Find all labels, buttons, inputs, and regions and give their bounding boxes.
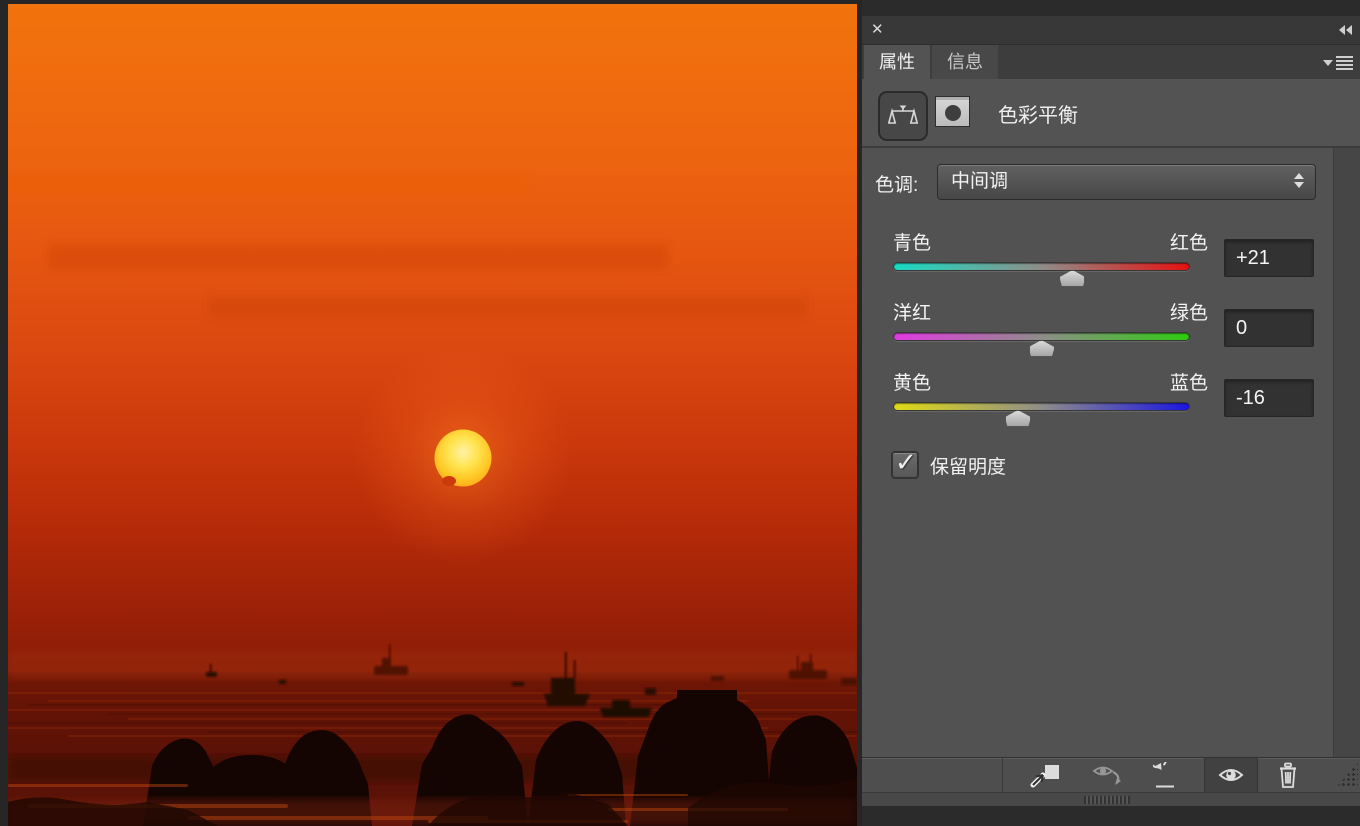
cyan-label: 青色 [893,233,932,254]
layer-mask-thumbnail[interactable] [935,96,970,127]
properties-panel: ✕ 属性 信息 色彩平衡 色调: 中间调 青色 红色 +21 洋红 绿色 0 黄… [862,0,1360,826]
workspace-background [862,806,1360,826]
sun [434,429,492,487]
collapse-panel-icon[interactable] [1339,25,1352,35]
clip-to-layer-icon[interactable] [1028,758,1064,792]
sunset-photo-svg [8,4,857,826]
drag-handle-icon[interactable] [1084,796,1130,804]
yellow-blue-slider-group: 黄色 蓝色 -16 [893,368,1314,428]
up-triangle-icon [1294,173,1304,179]
left-triangle-icon [1346,25,1352,35]
reset-icon[interactable] [1148,758,1182,792]
panel-title: 色彩平衡 [998,105,1078,127]
checkmark-icon: ✓ [895,447,917,477]
tone-select[interactable]: 中间调 [937,164,1316,200]
hamburger-lines-icon [1336,56,1353,70]
green-label: 绿色 [1169,303,1208,324]
view-previous-state-icon[interactable] [1088,758,1128,792]
yellow-blue-slider-thumb[interactable] [1004,410,1031,427]
panel-drag-strip [862,792,1360,806]
document-canvas-area [0,0,862,826]
magenta-green-value-input[interactable]: 0 [1224,309,1314,347]
magenta-green-slider-group: 洋红 绿色 0 [893,298,1314,358]
cyan-red-value-input[interactable]: +21 [1224,239,1314,277]
select-arrows-icon [1294,173,1304,188]
close-icon[interactable]: ✕ [871,20,884,38]
tab-properties[interactable]: 属性 [864,45,930,79]
panel-menu-icon[interactable] [1323,56,1353,70]
sunset-photo-image[interactable] [8,4,857,826]
panel-scroll-rail [1333,148,1360,757]
cyan-red-slider-group: 青色 红色 +21 [893,228,1314,288]
blue-label: 蓝色 [1169,373,1208,394]
panel-tab-bar: 属性 信息 [862,45,1360,79]
panel-bottom-toolbar [862,757,1360,792]
panel-resize-grip[interactable] [1336,762,1358,788]
adjustment-header: 色彩平衡 [862,79,1360,146]
yellow-blue-value-input[interactable]: -16 [1224,379,1314,417]
cyan-red-slider-track[interactable] [893,262,1190,287]
magenta-green-slider-thumb[interactable] [1028,340,1055,357]
preserve-luminosity-checkbox[interactable]: ✓ [891,447,919,479]
down-triangle-icon [1294,182,1304,188]
preserve-luminosity-row: ✓ 保留明度 [891,447,1007,479]
tab-info[interactable]: 信息 [932,45,998,79]
preserve-luminosity-label: 保留明度 [930,456,1007,478]
panel-titlebar: ✕ [862,16,1360,45]
color-balance-scales-icon [878,91,928,141]
magenta-label: 洋红 [893,303,932,324]
delete-adjustment-icon[interactable] [1270,758,1306,792]
red-label: 红色 [1169,233,1208,254]
cyan-red-slider-thumb[interactable] [1059,270,1086,287]
layer-visibility-button[interactable] [1204,758,1258,792]
yellow-blue-slider-track[interactable] [893,402,1190,427]
tone-select-value: 中间调 [951,171,1009,192]
magenta-green-slider-track[interactable] [893,332,1190,357]
tone-label: 色调: [875,175,919,196]
yellow-label: 黄色 [893,373,932,394]
color-balance-content: 色调: 中间调 青色 红色 +21 洋红 绿色 0 黄色 蓝色 -16 ✓ 保留… [862,148,1360,757]
left-triangle-icon [1339,25,1345,35]
chevron-down-icon [1323,60,1333,66]
toolbar-divider [1002,758,1003,792]
